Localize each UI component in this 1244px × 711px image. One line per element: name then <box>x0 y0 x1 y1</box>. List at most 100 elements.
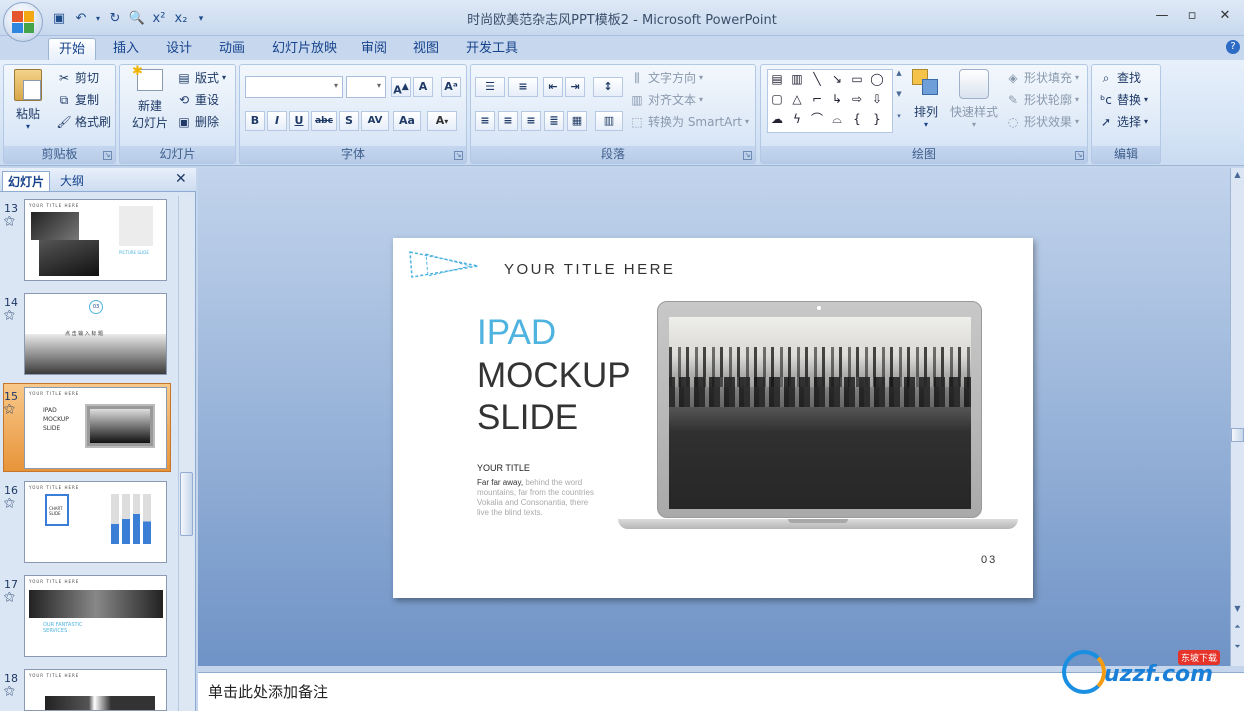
align-left-icon[interactable]: ≡ <box>475 111 495 131</box>
tab-home[interactable]: 开始 <box>48 38 97 60</box>
tab-outline-pane[interactable]: 大纲 <box>55 171 89 191</box>
line-shape-icon[interactable]: ╲ <box>809 71 825 87</box>
scroll-down-icon[interactable]: ▼ <box>1231 604 1244 613</box>
align-center-icon[interactable]: ≡ <box>498 111 518 131</box>
font-name-combo[interactable]: ▾ <box>245 76 343 98</box>
decrease-indent-icon[interactable]: ⇤ <box>543 77 563 97</box>
clipboard-launcher-icon[interactable]: ↘ <box>103 151 112 160</box>
slide-thumbnail-13[interactable]: YOUR TITLE HERE PICTURE SLIDE <box>24 199 167 281</box>
cut-button[interactable]: ✂ 剪切 <box>56 69 99 86</box>
thumbnail-scroll-thumb[interactable] <box>180 472 193 536</box>
tab-insert[interactable]: 插入 <box>103 38 149 60</box>
editor-scroll-thumb[interactable] <box>1231 428 1244 442</box>
char-spacing-icon[interactable]: AV <box>361 111 389 131</box>
right-brace-shape-icon[interactable]: } <box>869 111 885 127</box>
textbox-shape-icon[interactable]: ▤ <box>769 71 785 87</box>
slide-thumbnail-18[interactable]: YOUR TITLE HERE <box>24 669 167 711</box>
rectangle-shape-icon[interactable]: ▭ <box>849 71 865 87</box>
align-text-button[interactable]: ▥ 对齐文本 ▾ <box>629 91 703 108</box>
oval-shape-icon[interactable]: ◯ <box>869 71 885 87</box>
new-slide-button[interactable]: ✱ 新建 幻灯片 <box>125 64 175 141</box>
editor-scrollbar[interactable]: ▲ ▼ ⏶ ⏷ <box>1230 168 1244 666</box>
paste-button[interactable]: 粘贴 ▾ <box>10 69 46 139</box>
drawing-launcher-icon[interactable]: ↘ <box>1075 151 1084 160</box>
maximize-icon[interactable]: ▫ <box>1180 8 1204 26</box>
copy-button[interactable]: ⧉ 复制 <box>56 91 99 108</box>
close-icon[interactable]: ✕ <box>1213 8 1237 26</box>
shapes-gallery[interactable]: ▤ ▥ ╲ ↘ ▭ ◯ ▢ △ ⌐ ↳ ⇨ ⇩ ☁ ϟ ⌒ ⌓ { } <box>767 69 893 133</box>
laptop-screen-image[interactable] <box>669 317 971 509</box>
slide-title-ipad[interactable]: IPAD <box>477 312 556 354</box>
shape-outline-button[interactable]: ✎ 形状轮廓 ▾ <box>1005 91 1079 108</box>
cloud-shape-icon[interactable]: ☁ <box>769 111 785 127</box>
strikethrough-icon[interactable]: abc <box>311 111 337 131</box>
line-spacing-icon[interactable]: ↕ <box>593 77 623 97</box>
slide-thumbnail-15[interactable]: YOUR TITLE HERE IPAD MOCKUP SLIDE <box>24 387 167 469</box>
font-size-combo[interactable]: ▾ <box>346 76 386 98</box>
down-arrow-shape-icon[interactable]: ⇩ <box>869 91 885 107</box>
scroll-up-icon[interactable]: ▲ <box>1231 170 1244 179</box>
select-button[interactable]: ➚ 选择 ▾ <box>1098 113 1148 130</box>
help-icon[interactable]: ? <box>1226 40 1240 54</box>
format-painter-button[interactable]: 🖌 格式刷 <box>56 113 111 130</box>
paragraph-launcher-icon[interactable]: ↘ <box>743 151 752 160</box>
arrow-line-shape-icon[interactable]: ↘ <box>829 71 845 87</box>
numbering-icon[interactable]: ≡ <box>508 77 538 97</box>
tab-design[interactable]: 设计 <box>156 38 202 60</box>
arrange-button[interactable]: 排列 ▾ <box>907 69 945 139</box>
elbow-connector-shape-icon[interactable]: ⌐ <box>809 91 825 107</box>
bold-icon[interactable]: B <box>245 111 265 131</box>
shapes-scroll[interactable]: ▲ ▼ ▾ <box>894 69 904 133</box>
shape-fill-button[interactable]: ◈ 形状填充 ▾ <box>1005 69 1079 86</box>
slide-body-text[interactable]: Far far away, behind the word mountains,… <box>477 478 602 518</box>
clear-format-icon[interactable]: Aᵃ <box>441 77 461 97</box>
left-brace-shape-icon[interactable]: { <box>849 111 865 127</box>
minimize-icon[interactable]: — <box>1150 8 1174 26</box>
elbow-arrow-shape-icon[interactable]: ↳ <box>829 91 845 107</box>
slide-title-mockup[interactable]: MOCKUP <box>477 355 631 397</box>
distribute-icon[interactable]: ▦ <box>567 111 587 131</box>
increase-indent-icon[interactable]: ⇥ <box>565 77 585 97</box>
slide-thumbnail-14[interactable]: 03 点 击 输 入 标 题 <box>24 293 167 375</box>
shrink-font-icon[interactable]: A <box>413 77 433 97</box>
reset-button[interactable]: ⟲ 重设 <box>176 91 219 108</box>
curve-shape-icon[interactable]: ⌒ <box>809 111 825 127</box>
change-case-icon[interactable]: Aa <box>393 111 421 131</box>
justify-icon[interactable]: ≣ <box>544 111 564 131</box>
bullets-icon[interactable]: ☰ <box>475 77 505 97</box>
tab-slides-pane[interactable]: 幻灯片 <box>2 171 51 191</box>
right-arrow-shape-icon[interactable]: ⇨ <box>849 91 865 107</box>
vertical-textbox-shape-icon[interactable]: ▥ <box>789 71 805 87</box>
quick-styles-button[interactable]: 快速样式 ▾ <box>947 69 1001 139</box>
font-launcher-icon[interactable]: ↘ <box>454 151 463 160</box>
shadow-icon[interactable]: S <box>339 111 359 131</box>
tab-slideshow[interactable]: 幻灯片放映 <box>262 38 347 60</box>
lightning-shape-icon[interactable]: ϟ <box>789 111 805 127</box>
columns-icon[interactable]: ▥ <box>595 111 623 131</box>
slide-canvas[interactable]: YOUR TITLE HERE IPAD MOCKUP SLIDE YOUR T… <box>393 238 1033 598</box>
underline-icon[interactable]: U <box>289 111 309 131</box>
slide-header-title[interactable]: YOUR TITLE HERE <box>504 261 675 278</box>
layout-button[interactable]: ▤ 版式 ▾ <box>176 69 226 86</box>
slide-subtitle[interactable]: YOUR TITLE <box>477 463 530 473</box>
grow-font-icon[interactable]: A▲ <box>391 77 411 97</box>
slide-thumbnail-16[interactable]: YOUR TITLE HERE CHART SLIDE <box>24 481 167 563</box>
arc-shape-icon[interactable]: ⌓ <box>829 111 845 127</box>
prev-slide-icon[interactable]: ⏶ <box>1231 622 1244 632</box>
text-direction-button[interactable]: ⫼ 文字方向 ▾ <box>629 69 703 86</box>
notes-placeholder[interactable]: 单击此处添加备注 <box>208 681 328 702</box>
find-button[interactable]: ⌕ 查找 <box>1098 69 1141 86</box>
tab-view[interactable]: 视图 <box>403 38 449 60</box>
tab-review[interactable]: 审阅 <box>351 38 397 60</box>
tab-animations[interactable]: 动画 <box>209 38 255 60</box>
font-color-icon[interactable]: A▾ <box>427 111 457 131</box>
replace-button[interactable]: ᵇc 替换 ▾ <box>1098 91 1148 108</box>
shape-effects-button[interactable]: ◌ 形状效果 ▾ <box>1005 113 1079 130</box>
thumbnail-scrollbar[interactable] <box>178 196 194 711</box>
triangle-shape-icon[interactable]: △ <box>789 91 805 107</box>
delete-slide-button[interactable]: ▣ 删除 <box>176 113 219 130</box>
slide-thumbnail-17[interactable]: YOUR TITLE HERE OUR FANTASTIC SERVICES <box>24 575 167 657</box>
italic-icon[interactable]: I <box>267 111 287 131</box>
office-button[interactable] <box>3 2 43 42</box>
slide-title-slide[interactable]: SLIDE <box>477 397 578 439</box>
